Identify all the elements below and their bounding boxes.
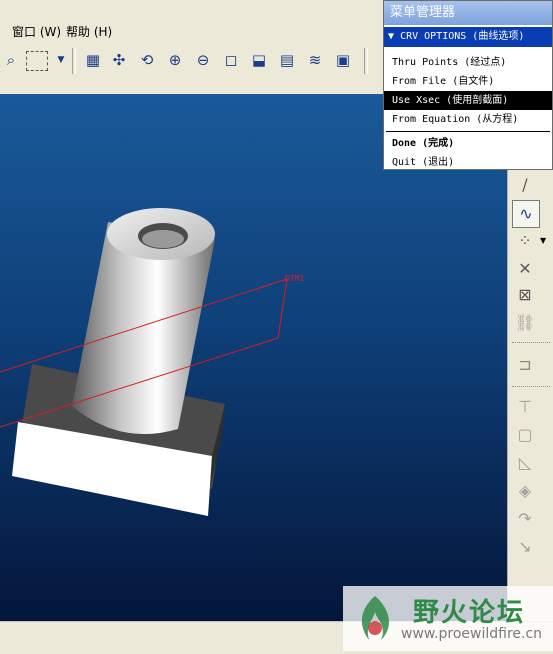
- watermark-title: 野火论坛: [413, 598, 526, 628]
- binoculars-icon[interactable]: ⌕: [0, 49, 22, 71]
- crv-options-header[interactable]: ▼ CRV OPTIONS (曲线选项): [384, 27, 552, 47]
- menu-manager: 菜单管理器 ▼ CRV OPTIONS (曲线选项) Thru Points (…: [383, 0, 553, 170]
- menu-window[interactable]: 窗口 (W): [12, 23, 61, 40]
- quit-button[interactable]: Quit (退出): [384, 153, 552, 172]
- graphics-viewport[interactable]: DTM1: [0, 94, 507, 621]
- triangle-down-icon: ▼: [388, 31, 395, 42]
- menu-separator: [386, 131, 550, 132]
- model-tree-icon[interactable]: ▣: [332, 49, 354, 71]
- draft-icon[interactable]: ▢: [512, 422, 538, 448]
- datum-point-field-icon[interactable]: ⊠: [512, 282, 538, 308]
- watermark-url: www.proewildfire.cn: [401, 626, 543, 642]
- zoom-in-icon[interactable]: ⊕: [164, 49, 186, 71]
- option-thru-points[interactable]: Thru Points (经过点): [384, 53, 552, 72]
- datum-plane-icon[interactable]: /: [512, 172, 538, 198]
- model-view: DTM1: [0, 208, 304, 516]
- rib-icon[interactable]: ◺: [512, 450, 538, 476]
- refit-icon[interactable]: ◻: [220, 49, 242, 71]
- option-use-xsec[interactable]: Use Xsec (使用剖截面): [384, 91, 552, 110]
- chevron-down-icon[interactable]: ▼: [540, 236, 546, 245]
- chamfer-icon[interactable]: ↷: [512, 506, 538, 532]
- named-view-icon[interactable]: ▤: [276, 49, 298, 71]
- cut-icon[interactable]: ↘: [512, 534, 538, 560]
- shell-icon[interactable]: ⊤: [512, 394, 538, 420]
- select-box-icon[interactable]: [26, 51, 48, 71]
- forum-watermark: 野火论坛 www.proewildfire.cn: [343, 586, 553, 651]
- flame-logo: [361, 596, 389, 640]
- toolbar-separator: [364, 48, 368, 74]
- toolbar-separator: [72, 48, 76, 74]
- hole-icon[interactable]: ⊐: [512, 352, 538, 378]
- option-from-file[interactable]: From File (自文件): [384, 72, 552, 91]
- view-manager-icon[interactable]: ⬓: [248, 49, 270, 71]
- zoom-out-icon[interactable]: ⊖: [192, 49, 214, 71]
- repaint-icon[interactable]: ▦: [82, 49, 104, 71]
- toolbar-separator: [512, 342, 550, 343]
- menu-manager-title: 菜单管理器: [384, 1, 552, 25]
- datum-point-offset-icon[interactable]: ✕: [512, 256, 538, 282]
- round-icon[interactable]: ◈: [512, 478, 538, 504]
- cylinder-bore-inner: [142, 230, 184, 248]
- datum-plane-label: DTM1: [285, 274, 304, 283]
- toolbar-separator: [512, 386, 550, 387]
- datum-point-icon[interactable]: ⁘: [512, 228, 538, 254]
- orient-icon[interactable]: ⟲: [136, 49, 158, 71]
- crv-options-label: CRV OPTIONS (曲线选项): [400, 31, 525, 42]
- option-from-equation[interactable]: From Equation (从方程): [384, 110, 552, 129]
- chain-icon[interactable]: ⛓: [512, 310, 538, 336]
- spin-center-icon[interactable]: ✣: [108, 49, 130, 71]
- menu-help[interactable]: 帮助 (H): [66, 23, 112, 40]
- datum-curve-icon[interactable]: ∿: [512, 200, 540, 228]
- dropdown-arrow-icon[interactable]: ▼: [50, 49, 72, 71]
- done-button[interactable]: Done (完成): [384, 134, 552, 153]
- layers-icon[interactable]: ≋: [304, 49, 326, 71]
- menu-bar: 窗口 (W) 帮助 (H): [0, 20, 385, 42]
- main-toolbar: ⌕ ▼ ▦ ✣ ⟲ ⊕ ⊖ ◻ ⬓ ▤ ≋ ▣: [0, 44, 385, 80]
- feature-toolbar: / ∿ ⁘ ▼ ✕ ⊠ ⛓ ⊐ ⊤ ▢ ◺ ◈ ↷ ↘: [507, 170, 553, 621]
